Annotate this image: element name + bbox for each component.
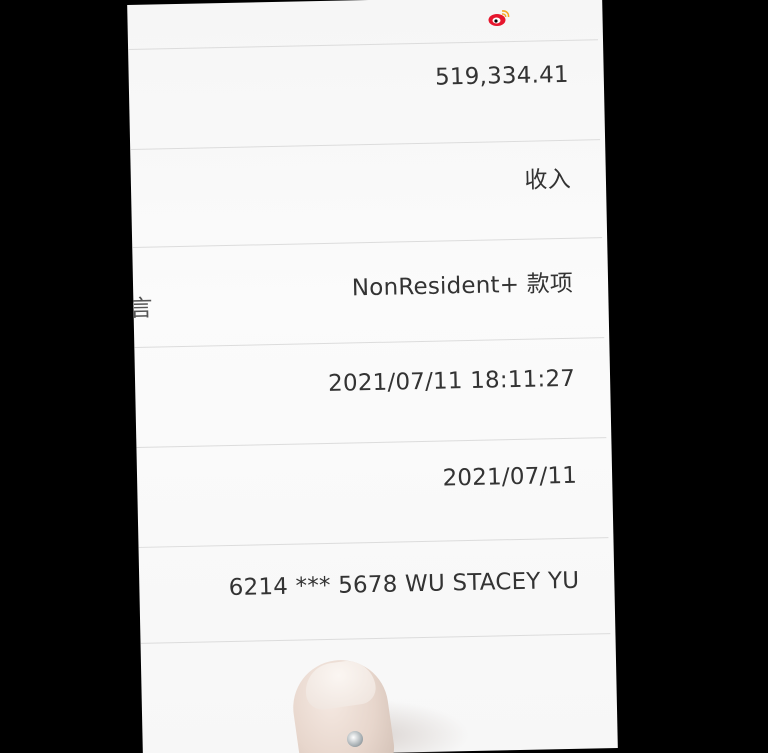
weibo-icon xyxy=(488,10,510,26)
list-row-remark: 言 NonResident+ 款项 xyxy=(129,237,605,348)
transaction-date-value: 2021/07/11 xyxy=(442,462,578,492)
remark-value: NonResident+ 款项 xyxy=(351,270,574,302)
list-row-datetime: 2021/07/11 18:11:27 xyxy=(134,337,607,448)
phone-screen: 519,334.41 收入 言 NonResident+ 款项 2021/07/… xyxy=(127,0,618,753)
transaction-type-value: 收入 xyxy=(524,166,572,194)
ring xyxy=(347,731,363,747)
remark-label-partial: 言 xyxy=(129,295,153,323)
list-row-date: 2021/07/11 xyxy=(136,437,609,548)
account-value: 6214 *** 5678 WU STACEY YU xyxy=(228,567,580,602)
list-row-account: 6214 *** 5678 WU STACEY YU xyxy=(138,537,611,644)
watermark xyxy=(488,6,608,30)
list-row-amount: 519,334.41 xyxy=(128,39,601,151)
amount-value: 519,334.41 xyxy=(434,61,569,91)
list-row-type: 收入 xyxy=(130,139,603,249)
transaction-datetime-value: 2021/07/11 18:11:27 xyxy=(327,365,576,397)
photo-frame: 519,334.41 收入 言 NonResident+ 款项 2021/07/… xyxy=(0,0,768,753)
